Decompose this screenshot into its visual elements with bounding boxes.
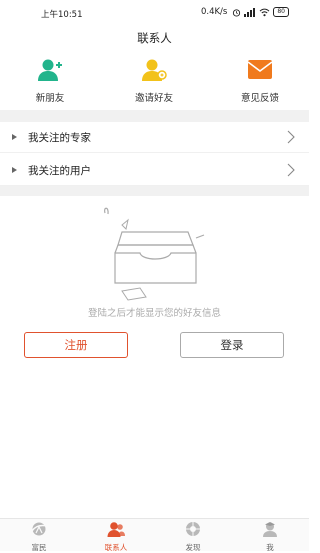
empty-box-icon — [103, 207, 205, 301]
new-friends-button[interactable]: 新朋友 — [10, 58, 90, 104]
contacts-icon — [107, 522, 125, 537]
tab-contacts[interactable]: 联系人 — [86, 521, 146, 553]
list-row-label: 我关注的用户 — [28, 165, 91, 177]
register-button[interactable]: 注册 — [24, 332, 128, 358]
status-time: 上午10:51 — [41, 10, 83, 20]
login-button[interactable]: 登录 — [180, 332, 284, 358]
list-row-label: 我关注的专家 — [28, 132, 91, 144]
quick-action-label: 新朋友 — [35, 93, 65, 104]
section-divider — [0, 110, 309, 122]
page-title: 联系人 — [137, 31, 172, 45]
status-bar: 上午10:51 0.4K/s 80 — [0, 0, 309, 26]
me-icon — [263, 522, 277, 537]
followed-experts-row[interactable]: 我关注的专家 — [0, 122, 309, 153]
mail-icon — [247, 60, 273, 79]
discover-icon — [186, 522, 200, 536]
empty-message: 登陆之后才能显示您的好友信息 — [87, 308, 221, 319]
signal-icon — [244, 7, 256, 17]
expand-triangle-icon — [12, 134, 17, 140]
tab-me[interactable]: 我 — [240, 521, 300, 553]
quick-action-label: 邀请好友 — [134, 93, 173, 104]
tab-label: 发现 — [185, 543, 201, 552]
alarm-icon — [233, 8, 241, 17]
tab-label: 富民 — [31, 543, 47, 552]
battery-indicator: 80 — [273, 7, 289, 17]
status-icons: 0.4K/s 80 — [201, 7, 289, 17]
network-speed: 0.4K/s — [200, 7, 228, 17]
followed-users-row[interactable]: 我关注的用户 — [0, 155, 309, 186]
tab-discover[interactable]: 发现 — [163, 521, 223, 553]
tab-label: 联系人 — [104, 543, 128, 552]
expand-triangle-icon — [12, 167, 17, 173]
feedback-button[interactable]: 意见反馈 — [220, 58, 300, 104]
wifi-icon — [259, 8, 270, 16]
fumin-icon — [31, 522, 48, 536]
bottom-tab-bar: 富民 联系人 发现 我 — [0, 518, 309, 553]
section-divider — [0, 186, 309, 196]
quick-action-label: 意见反馈 — [240, 93, 279, 104]
tab-label: 我 — [266, 543, 274, 552]
quick-actions: 新朋友 邀请好友 意见反馈 — [0, 58, 309, 108]
chevron-right-icon — [287, 163, 295, 177]
add-person-icon — [38, 59, 62, 81]
chevron-right-icon — [287, 130, 295, 144]
invite-person-icon — [142, 59, 167, 81]
invite-friends-button[interactable]: 邀请好友 — [114, 58, 194, 104]
tab-fumin[interactable]: 富民 — [9, 521, 69, 553]
